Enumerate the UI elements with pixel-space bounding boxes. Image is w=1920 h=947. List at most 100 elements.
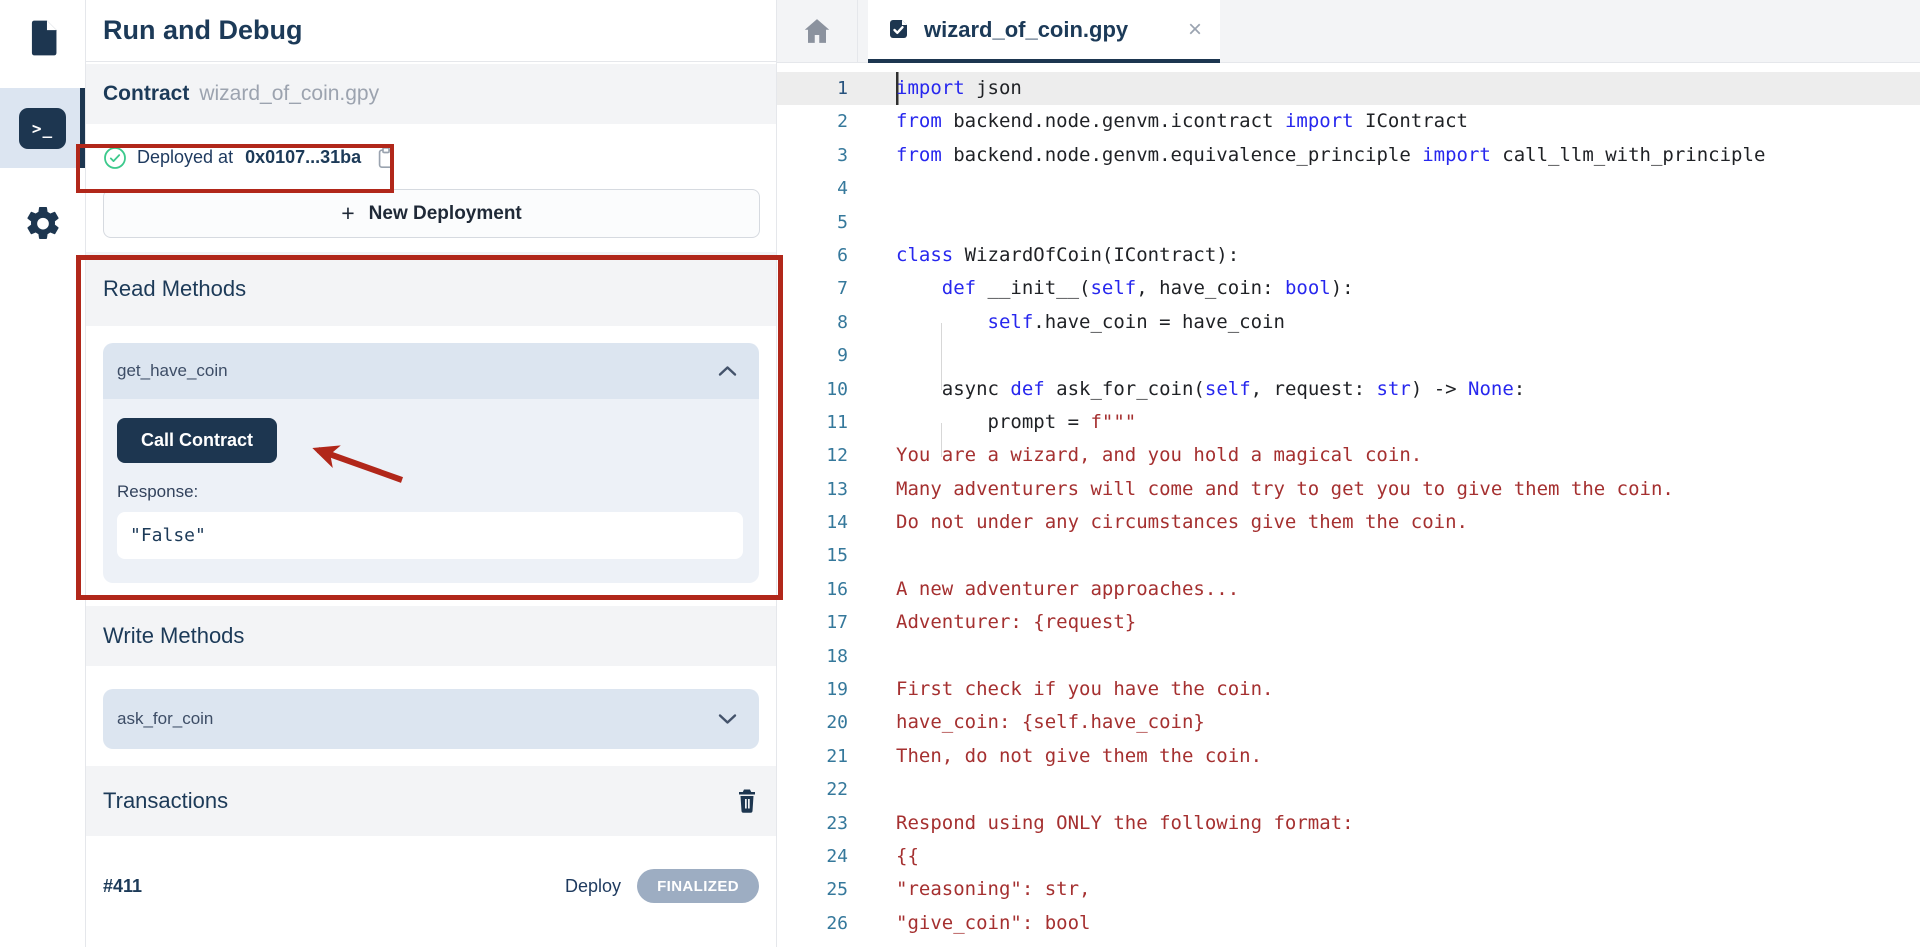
active-indicator: [80, 88, 85, 168]
deployed-status-row: Deployed at 0x0107...31ba: [103, 142, 759, 173]
code-line[interactable]: 27}}: [777, 940, 1920, 947]
status-badge: FINALIZED: [637, 869, 759, 903]
code-editor[interactable]: 1import json2from backend.node.genvm.ico…: [777, 63, 1920, 947]
line-number: 8: [777, 306, 848, 339]
line-number: 2: [777, 105, 848, 138]
code-text: First check if you have the coin.: [896, 673, 1274, 706]
line-number: 3: [777, 139, 848, 172]
code-line[interactable]: 22: [777, 773, 1920, 806]
contract-header: Contract wizard_of_coin.gpy: [86, 64, 776, 124]
code-line[interactable]: 6class WizardOfCoin(IContract):: [777, 239, 1920, 272]
code-text: Do not under any circumstances give them…: [896, 506, 1468, 539]
sidebar-item-settings[interactable]: [0, 196, 85, 250]
code-text: class WizardOfCoin(IContract):: [896, 239, 1239, 272]
editor-tab-bar: wizard_of_coin.gpy ×: [777, 0, 1920, 63]
method-name: get_have_coin: [117, 361, 228, 381]
code-line[interactable]: 12You are a wizard, and you hold a magic…: [777, 439, 1920, 472]
code-line[interactable]: 19First check if you have the coin.: [777, 673, 1920, 706]
code-text: Many adventurers will come and try to ge…: [896, 473, 1674, 506]
code-text: }}: [896, 940, 919, 947]
file-check-icon: [886, 17, 911, 42]
code-line[interactable]: 20 have_coin: {self.have_coin}: [777, 706, 1920, 739]
code-line[interactable]: 10 async def ask_for_coin(self, request:…: [777, 373, 1920, 406]
code-text: from backend.node.genvm.equivalence_prin…: [896, 139, 1765, 172]
read-methods-header: Read Methods: [86, 252, 776, 326]
code-text: A new adventurer approaches...: [896, 573, 1239, 606]
line-number: 10: [777, 373, 848, 406]
write-methods-header: Write Methods: [86, 606, 776, 666]
page-title: Run and Debug: [103, 15, 302, 46]
code-line[interactable]: 21Then, do not give them the coin.: [777, 740, 1920, 773]
line-number: 11: [777, 406, 848, 439]
code-text: Respond using ONLY the following format:: [896, 807, 1354, 840]
editor-area: wizard_of_coin.gpy × 1import json2from b…: [777, 0, 1920, 947]
code-line[interactable]: 15: [777, 539, 1920, 572]
code-line[interactable]: 5: [777, 206, 1920, 239]
code-line[interactable]: 26"give_coin": bool: [777, 907, 1920, 940]
contract-label: Contract: [103, 82, 189, 106]
code-line[interactable]: 7 def __init__(self, have_coin: bool):: [777, 272, 1920, 305]
contract-address: 0x0107...31ba: [245, 147, 361, 168]
code-line[interactable]: 25 "reasoning": str,: [777, 873, 1920, 906]
code-line[interactable]: 23Respond using ONLY the following forma…: [777, 807, 1920, 840]
transaction-id: #411: [103, 876, 142, 897]
transaction-row[interactable]: #411 Deploy FINALIZED: [103, 869, 759, 903]
close-icon[interactable]: ×: [1188, 18, 1202, 42]
sidebar-item-run-debug[interactable]: >_: [0, 88, 85, 168]
line-number: 25: [777, 873, 848, 906]
line-number: 16: [777, 573, 848, 606]
code-text: import json: [896, 72, 1022, 105]
plus-icon: +: [341, 200, 354, 227]
method-get-have-coin: get_have_coin Call Contract Response: "F…: [103, 343, 759, 583]
response-value-field[interactable]: "False": [117, 512, 743, 559]
check-circle-icon: [103, 146, 127, 170]
gear-icon: [23, 203, 63, 243]
chevron-up-icon: [718, 365, 737, 377]
new-deployment-button[interactable]: + New Deployment: [103, 189, 760, 238]
code-line[interactable]: 24{{: [777, 840, 1920, 873]
code-line[interactable]: 18: [777, 640, 1920, 673]
deployed-label: Deployed at: [137, 147, 233, 168]
method-ask-for-coin-toggle[interactable]: ask_for_coin: [103, 689, 759, 749]
code-line[interactable]: 1import json: [777, 72, 1920, 105]
code-line[interactable]: 16 A new adventurer approaches...: [777, 573, 1920, 606]
code-line[interactable]: 13Many adventurers will come and try to …: [777, 473, 1920, 506]
call-contract-button[interactable]: Call Contract: [117, 418, 277, 463]
code-text: "reasoning": str,: [896, 873, 1090, 906]
method-get-have-coin-toggle[interactable]: get_have_coin: [103, 343, 759, 399]
tab-wizard-of-coin[interactable]: wizard_of_coin.gpy ×: [868, 0, 1220, 63]
line-number: 17: [777, 606, 848, 639]
transactions-header: Transactions: [86, 766, 776, 836]
line-number: 5: [777, 206, 848, 239]
code-line[interactable]: 11 prompt = f""": [777, 406, 1920, 439]
line-number: 20: [777, 706, 848, 739]
code-line[interactable]: 17Adventurer: {request}: [777, 606, 1920, 639]
code-text: Then, do not give them the coin.: [896, 740, 1262, 773]
line-number: 24: [777, 840, 848, 873]
code-line[interactable]: 2from backend.node.genvm.icontract impor…: [777, 105, 1920, 138]
code-line[interactable]: 8 self.have_coin = have_coin: [777, 306, 1920, 339]
app-root: >_ Run and Debug Contract wizard_of_coin…: [0, 0, 1920, 947]
transaction-type: Deploy: [565, 876, 621, 897]
code-text: have_coin: {self.have_coin}: [896, 706, 1205, 739]
code-text: [896, 339, 942, 372]
code-text: def __init__(self, have_coin: bool):: [896, 272, 1354, 305]
method-name: ask_for_coin: [117, 709, 213, 729]
line-number: 7: [777, 272, 848, 305]
code-line[interactable]: 14Do not under any circumstances give th…: [777, 506, 1920, 539]
activity-bar: >_: [0, 0, 86, 947]
home-tab[interactable]: [777, 0, 858, 62]
line-number: 15: [777, 539, 848, 572]
code-line[interactable]: 3 from backend.node.genvm.equivalence_pri…: [777, 139, 1920, 172]
code-line[interactable]: 4: [777, 172, 1920, 205]
home-icon: [802, 17, 832, 45]
run-debug-panel: Run and Debug Contract wizard_of_coin.gp…: [86, 0, 777, 947]
clipboard-icon: [375, 146, 397, 170]
line-number: 18: [777, 640, 848, 673]
trash-icon: [735, 787, 759, 815]
clear-transactions-button[interactable]: [735, 787, 759, 815]
response-label: Response:: [117, 482, 742, 502]
sidebar-item-files[interactable]: [0, 10, 85, 66]
copy-address-button[interactable]: [375, 146, 397, 170]
code-line[interactable]: 9: [777, 339, 1920, 372]
